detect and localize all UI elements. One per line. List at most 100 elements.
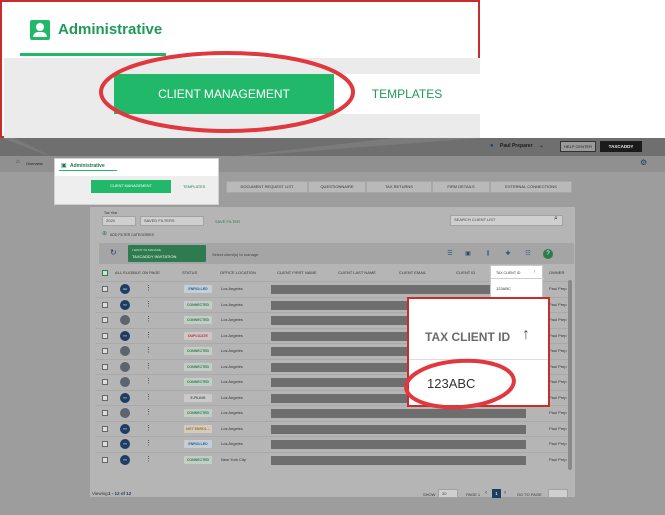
header-all-eligible[interactable]: ALL ELIGIBLE ON PAGE bbox=[115, 270, 160, 275]
avatar: YY bbox=[120, 330, 130, 341]
admin-person-icon: ▣ bbox=[61, 163, 67, 169]
table-row[interactable]: YY ⋮ NOT ENROL... Los Angeles Paul Prep bbox=[96, 420, 572, 436]
show-select[interactable]: 30 bbox=[438, 489, 458, 498]
row-menu-icon[interactable]: ⋮ bbox=[145, 455, 152, 464]
avatar: YY bbox=[120, 454, 130, 465]
row-menu-icon[interactable]: ⋮ bbox=[145, 439, 152, 448]
manage-action-label: I WANT TO MANAGE bbox=[132, 248, 162, 252]
search-icon[interactable]: ⌕ bbox=[554, 215, 558, 223]
status-badge: DUPLICATE bbox=[184, 331, 212, 340]
inset-tab-client-management[interactable]: CLIENT MANAGEMENT bbox=[91, 180, 171, 193]
row-menu-icon[interactable]: ⋮ bbox=[145, 331, 152, 340]
nav-overview[interactable]: Overview bbox=[26, 161, 43, 166]
avatar: YY bbox=[120, 299, 130, 310]
row-checkbox[interactable] bbox=[102, 410, 108, 416]
row-checkbox[interactable] bbox=[102, 425, 108, 432]
zoom-sort-up-icon[interactable]: ↑ bbox=[522, 326, 530, 344]
row-menu-icon[interactable]: ⋮ bbox=[145, 362, 152, 371]
tab-firm-details[interactable]: FIRM DETAILS bbox=[432, 181, 490, 193]
row-checkbox[interactable] bbox=[102, 286, 108, 292]
table-row[interactable]: YY ⋮ ENROLLED Los Angeles Paul Prep bbox=[96, 436, 572, 451]
add-filter-link[interactable]: ADD FILTER CATEGORIES bbox=[110, 233, 154, 237]
viewing-count: 1 - 12 of 12 bbox=[108, 491, 132, 496]
header-client-email[interactable]: CLIENT EMAIL bbox=[399, 270, 426, 275]
table-row[interactable]: YY ⋮ CONNECTED New York City Paul Prep bbox=[96, 451, 572, 467]
row-menu-icon[interactable]: ⋮ bbox=[145, 377, 152, 386]
row-checkbox[interactable] bbox=[102, 317, 108, 323]
avatar: YY bbox=[120, 439, 130, 449]
tab-tax-returns[interactable]: TAX RETURNS bbox=[366, 181, 432, 193]
tab-questionnaire[interactable]: QUESTIONNAIRE bbox=[308, 181, 366, 193]
owner-cell: Paul Prep bbox=[549, 348, 567, 353]
admin-tab-inset: ▣ Administrative CLIENT MANAGEMENT TEMPL… bbox=[54, 158, 219, 205]
avatar: YY bbox=[120, 392, 130, 403]
table-scrollbar[interactable] bbox=[568, 280, 572, 470]
header-status[interactable]: STATUS bbox=[182, 270, 197, 275]
gear-icon[interactable]: ⚙ bbox=[640, 158, 647, 167]
status-badge: CONNECTED bbox=[184, 409, 212, 417]
row-checkbox[interactable] bbox=[102, 456, 108, 463]
manage-action-select[interactable]: I WANT TO MANAGE TAXCADDY INVITATION bbox=[128, 245, 206, 262]
avatar bbox=[120, 377, 130, 387]
header-office-location[interactable]: OFFICE LOCATION bbox=[220, 270, 256, 275]
owner-cell: Paul Prep bbox=[549, 425, 567, 431]
app-top-bar: ● Paul Preparer ⌄ HELP CENTER TAXCADDY bbox=[0, 138, 665, 156]
row-menu-icon[interactable]: ⋮ bbox=[145, 315, 152, 324]
saved-filters-select[interactable]: SAVED FILTERS bbox=[140, 216, 204, 226]
owner-cell: Paul Prep bbox=[549, 301, 567, 307]
search-input[interactable]: SEARCH CLIENT LIST bbox=[450, 215, 563, 226]
row-checkbox[interactable] bbox=[102, 394, 108, 401]
prev-page-icon[interactable]: ‹ bbox=[485, 490, 487, 496]
header-client-id[interactable]: CLIENT ID bbox=[456, 270, 475, 275]
list-view-icon[interactable]: ☰ bbox=[445, 249, 455, 259]
row-menu-icon[interactable]: ⋮ bbox=[145, 300, 152, 309]
row-menu-icon[interactable]: ⋮ bbox=[145, 393, 152, 402]
zoom-tax-client-header: TAX CLIENT ID bbox=[425, 330, 511, 344]
row-menu-icon[interactable]: ⋮ bbox=[145, 408, 152, 417]
select-all-checkbox[interactable] bbox=[102, 270, 108, 276]
help-center-button[interactable]: HELP CENTER bbox=[560, 141, 596, 152]
status-badge: NOT ENROL... bbox=[184, 424, 212, 433]
row-checkbox[interactable] bbox=[102, 363, 108, 370]
selection-hint: Select client(s) to manage. bbox=[212, 252, 260, 257]
status-badge: CONNECTED bbox=[184, 455, 212, 464]
zoom-title: Administrative bbox=[58, 21, 163, 38]
taxcaddy-menu-button[interactable]: TAXCADDY bbox=[600, 141, 642, 152]
excel-export-icon[interactable]: ▣ bbox=[463, 249, 473, 259]
owner-cell: Paul Prep bbox=[549, 363, 567, 369]
sort-up-icon[interactable]: ↑ bbox=[533, 269, 536, 275]
header-owner[interactable]: OWNER bbox=[549, 270, 564, 275]
header-client-last-name[interactable]: CLIENT LAST NAME bbox=[338, 270, 376, 275]
avatar bbox=[120, 361, 130, 372]
inset-tab-templates[interactable]: TEMPLATES bbox=[183, 185, 205, 189]
redacted-client-info bbox=[271, 455, 526, 465]
office-location: Los Angeles bbox=[221, 410, 243, 415]
user-menu[interactable]: Paul Preparer bbox=[500, 143, 533, 149]
owner-cell: Paul Prep bbox=[549, 317, 567, 322]
help-icon[interactable]: ? bbox=[543, 249, 553, 259]
go-to-page-input[interactable] bbox=[548, 489, 568, 498]
row-checkbox[interactable] bbox=[102, 379, 108, 385]
row-checkbox[interactable] bbox=[102, 441, 108, 447]
row-menu-icon[interactable]: ⋮ bbox=[145, 346, 152, 355]
tax-year-label: Tax Year bbox=[104, 211, 118, 215]
columns-icon[interactable]: ⫼ bbox=[483, 249, 493, 259]
next-page-icon[interactable]: › bbox=[504, 490, 506, 496]
status-badge: ENROLLED bbox=[184, 440, 212, 448]
tab-document-request-list[interactable]: DOCUMENT REQUEST LIST bbox=[226, 181, 308, 193]
add-client-icon[interactable]: ✚ bbox=[503, 249, 513, 259]
tab-external-connections[interactable]: EXTERNAL CONNECTIONS bbox=[490, 181, 572, 193]
page-number-button[interactable]: 1 bbox=[492, 489, 501, 498]
row-menu-icon[interactable]: ⋮ bbox=[145, 284, 152, 293]
row-checkbox[interactable] bbox=[102, 332, 108, 339]
save-filter-link[interactable]: SAVE FILTER bbox=[215, 219, 240, 224]
row-menu-icon[interactable]: ⋮ bbox=[145, 424, 152, 433]
office-location: Los Angeles bbox=[221, 363, 243, 369]
manage-users-icon[interactable]: ☷ bbox=[523, 249, 533, 259]
header-client-first-name[interactable]: CLIENT FIRST NAME bbox=[277, 270, 316, 275]
row-checkbox[interactable] bbox=[102, 301, 108, 308]
row-checkbox[interactable] bbox=[102, 348, 108, 354]
refresh-icon[interactable]: ↻ bbox=[110, 248, 117, 257]
admin-person-icon-large bbox=[30, 20, 50, 40]
tax-year-select[interactable]: 2020 bbox=[102, 216, 136, 226]
